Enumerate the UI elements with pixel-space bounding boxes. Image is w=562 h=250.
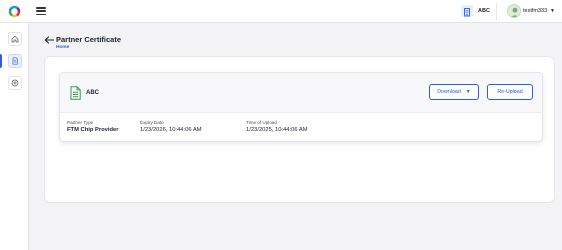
org-name: ABC — [478, 8, 490, 14]
sidebar-item-documents[interactable] — [8, 54, 22, 68]
avatar[interactable] — [507, 4, 521, 18]
header-divider — [496, 3, 497, 20]
sidebar-item-add[interactable] — [8, 76, 22, 90]
page-title: Partner Certificate — [56, 35, 122, 44]
caret-down-icon: ▼ — [465, 89, 471, 95]
logo-icon[interactable] — [8, 5, 21, 18]
certificate-card: ABC Download ▼ Re-Upload Partner Type FT… — [59, 72, 543, 142]
plus-circle-icon — [11, 79, 19, 87]
field-label: Time of Upload — [246, 120, 277, 125]
certificate-name: ABC — [86, 90, 99, 96]
main-panel: ABC Download ▼ Re-Upload Partner Type FT… — [44, 56, 555, 203]
home-icon — [11, 35, 19, 43]
field-value: FTM Chip Provider — [67, 127, 119, 133]
field-value: 1/23/2025, 10:44:06 AM — [246, 127, 308, 133]
back-arrow-icon[interactable] — [44, 36, 54, 44]
document-icon — [12, 57, 18, 65]
breadcrumb[interactable]: Home — [56, 45, 69, 50]
download-label: Download — [437, 89, 461, 95]
field-expiry-date: Expiry Date 1/23/2026, 10:44:06 AM — [140, 120, 202, 133]
top-bar: ABC testfm333 ▼ — [0, 0, 562, 23]
hamburger-icon[interactable] — [36, 7, 46, 16]
certificate-card-header: ABC Download ▼ Re-Upload — [60, 73, 542, 113]
sidebar-item-home[interactable] — [8, 32, 22, 46]
field-value: 1/23/2026, 10:44:06 AM — [140, 127, 202, 133]
caret-down-icon[interactable]: ▼ — [550, 8, 555, 14]
document-icon — [70, 86, 81, 100]
field-label: Expiry Date — [140, 120, 164, 125]
field-time-of-upload: Time of Upload 1/23/2025, 10:44:06 AM — [246, 120, 308, 133]
user-name[interactable]: testfm333 — [523, 8, 547, 14]
building-icon[interactable] — [461, 5, 473, 17]
sidebar — [0, 23, 29, 250]
reupload-button[interactable]: Re-Upload — [487, 84, 533, 100]
download-button[interactable]: Download ▼ — [429, 84, 479, 100]
field-label: Partner Type — [67, 120, 94, 125]
active-indicator — [0, 54, 2, 68]
field-partner-type: Partner Type FTM Chip Provider — [67, 120, 119, 133]
